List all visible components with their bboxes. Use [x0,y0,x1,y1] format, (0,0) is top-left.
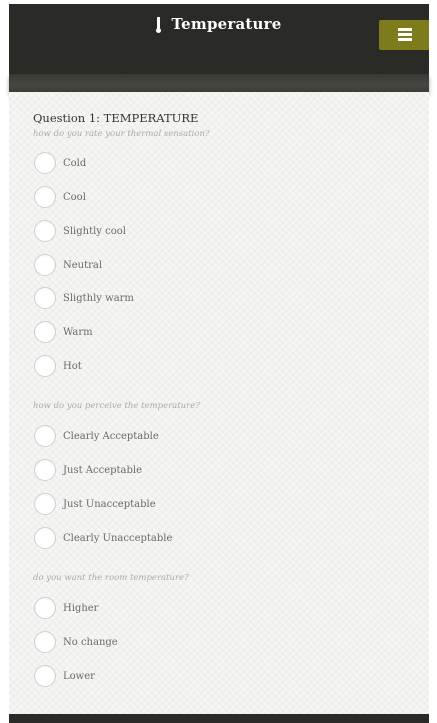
room-temperature-preference-prompt: do you want the room temperature? [33,573,189,583]
option-label: Clearly Acceptable [63,430,159,442]
question-panel: Question 1: TEMPERATURE how do you rate … [9,92,429,714]
radio-option-warm[interactable]: Warm [34,319,93,345]
radio-button[interactable] [34,631,56,653]
radio-button[interactable] [34,287,56,309]
menu-button[interactable] [379,20,429,50]
header-subbar [9,74,429,92]
page-title-text: Temperature [171,15,282,33]
radio-option-slightly-warm[interactable]: Sligthly warm [34,285,134,311]
radio-button[interactable] [34,355,56,377]
radio-button[interactable] [34,152,56,174]
option-label: Slightly cool [63,225,126,237]
question-title: Question 1: TEMPERATURE [33,111,199,125]
radio-option-just-unacceptable[interactable]: Just Unacceptable [34,491,156,517]
radio-option-higher[interactable]: Higher [34,595,98,621]
option-label: Sligthly warm [63,292,134,304]
thermometer-icon [155,17,161,33]
option-label: Cold [63,157,87,169]
temperature-perception-prompt: how do you perceive the temperature? [33,401,200,411]
radio-button[interactable] [34,220,56,242]
radio-option-hot[interactable]: Hot [34,353,82,379]
radio-option-clearly-acceptable[interactable]: Clearly Acceptable [34,423,159,449]
radio-button[interactable] [34,597,56,619]
option-label: Warm [63,326,93,338]
option-label: Just Unacceptable [63,498,156,510]
radio-button[interactable] [34,321,56,343]
option-label: Clearly Unacceptable [63,532,173,544]
radio-option-cool[interactable]: Cool [34,184,86,210]
radio-option-just-acceptable[interactable]: Just Acceptable [34,457,142,483]
page-title: Temperature [9,15,429,33]
option-label: No change [63,636,118,648]
radio-option-neutral[interactable]: Neutral [34,252,102,278]
app-screen: Temperature Question 1: TEMPERATURE how … [0,0,437,723]
radio-option-lower[interactable]: Lower [34,663,95,689]
radio-button[interactable] [34,425,56,447]
option-label: Hot [63,360,82,372]
menu-icon [398,28,412,41]
radio-button[interactable] [34,459,56,481]
option-label: Higher [63,602,99,614]
option-label: Just Acceptable [63,464,143,476]
radio-option-cold[interactable]: Cold [34,150,86,176]
option-label: Lower [63,670,95,682]
option-label: Neutral [63,259,103,271]
radio-button[interactable] [34,186,56,208]
radio-option-slightly-cool[interactable]: Slightly cool [34,218,126,244]
option-label: Cool [63,191,86,203]
radio-option-clearly-unacceptable[interactable]: Clearly Unacceptable [34,525,172,551]
radio-button[interactable] [34,665,56,687]
radio-button[interactable] [34,254,56,276]
radio-button[interactable] [34,527,56,549]
thermal-sensation-prompt: how do you rate your thermal sensation? [33,129,210,139]
radio-button[interactable] [34,493,56,515]
app-footer [9,714,429,723]
app-header: Temperature [9,4,429,74]
radio-option-no-change[interactable]: No change [34,629,118,655]
